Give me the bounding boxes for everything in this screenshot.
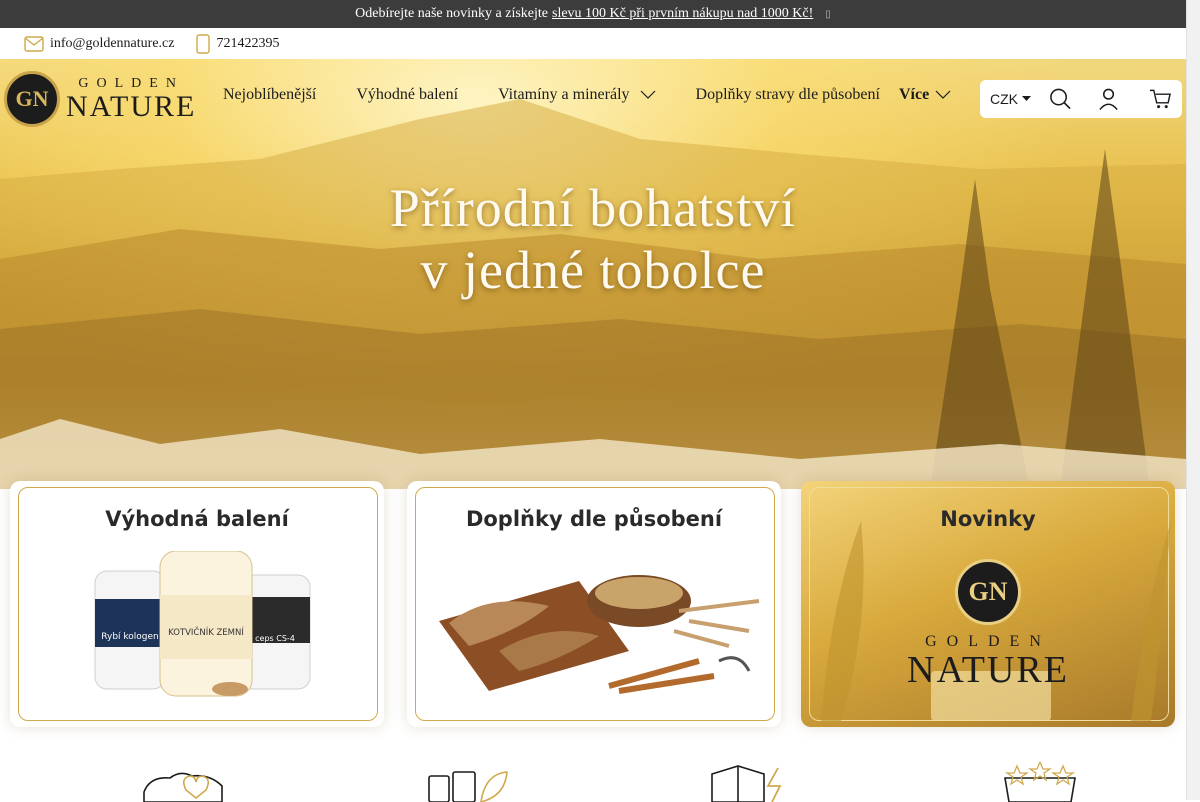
logo-monogram: GN xyxy=(4,71,60,127)
hero-title: Přírodní bohatství v jedné tobolce xyxy=(0,177,1186,301)
nav-item-label: Nejoblíbenější xyxy=(223,86,317,103)
natural-products-icon xyxy=(428,771,508,802)
nav-more-label: Více xyxy=(899,86,930,103)
contact-bar: info@goldennature.cz 721422395 xyxy=(0,28,1186,59)
nav-item-effects[interactable]: Doplňky stravy dle působení xyxy=(696,86,880,104)
logo-wordmark: GOLDEN NATURE xyxy=(66,76,196,122)
category-card-new[interactable]: Novinky GN GOLDEN NATURE xyxy=(801,481,1175,727)
cart-icon[interactable] xyxy=(1149,88,1172,110)
nav-item-more[interactable]: Více xyxy=(899,86,951,104)
quality-stars-icon xyxy=(1004,762,1076,802)
nav-item-label: Výhodné balení xyxy=(356,86,459,103)
category-card-bundles[interactable]: Výhodná balení Rybí kologen ceps CS-4 KO… xyxy=(10,481,384,727)
contact-phone[interactable]: 721422395 xyxy=(196,33,280,54)
herbs-image xyxy=(439,575,760,694)
chevron-down-icon xyxy=(640,90,655,99)
nav-item-label: Doplňky stravy dle působení xyxy=(695,86,880,103)
supplement-jars-image: Rybí kologen ceps CS-4 KOTVIČNÍK ZEMNÍ xyxy=(94,551,311,697)
jar-label-collagen: Rybí kologen xyxy=(101,632,159,642)
currency-label: CZK xyxy=(990,91,1018,107)
user-icon[interactable] xyxy=(1098,87,1119,111)
announcement-link[interactable]: slevu 100 Kč při prvním nákupu nad 1000 … xyxy=(552,6,813,22)
jar-label-cordyceps: ceps CS-4 xyxy=(255,634,295,643)
contact-phone-text: 721422395 xyxy=(216,35,280,51)
brand-word-nature: NATURE xyxy=(907,649,1069,691)
announcement-bar: Odebírejte naše novinky a získejte slevu… xyxy=(0,0,1186,28)
nav-item-bundles[interactable]: Výhodné balení xyxy=(356,86,458,104)
contact-email-text: info@goldennature.cz xyxy=(50,35,175,51)
header-toolbox: CZK xyxy=(980,80,1182,118)
contact-email[interactable]: info@goldennature.cz xyxy=(24,36,174,52)
announcement-text: Odebírejte naše novinky a získejte xyxy=(355,6,548,21)
search-icon[interactable] xyxy=(1049,87,1072,111)
jar-label-tribulus: KOTVIČNÍK ZEMNÍ xyxy=(168,626,244,638)
mail-icon xyxy=(24,35,44,52)
close-announcement-icon[interactable]: ▯ xyxy=(825,9,831,20)
hero-title-line2: v jedné tobolce xyxy=(420,240,766,300)
category-card-effects[interactable]: Doplňky dle působení xyxy=(407,481,781,727)
card-title: Doplňky dle působení xyxy=(465,507,723,531)
main-nav: Nejoblíbenější Výhodné balení Vitamíny a… xyxy=(223,86,951,104)
nav-item-vitamins[interactable]: Vitamíny a minerály xyxy=(498,86,655,104)
chevron-down-icon xyxy=(935,90,951,99)
site-logo[interactable]: GN GOLDEN NATURE xyxy=(4,70,204,128)
page-scrollbar[interactable] xyxy=(1186,0,1200,800)
brand-monogram-icon: GN xyxy=(955,559,1021,625)
phone-icon xyxy=(196,33,211,54)
czech-map-heart-icon xyxy=(143,772,223,802)
nav-item-label: Vitamíny a minerály xyxy=(498,86,630,103)
logo-word-nature: NATURE xyxy=(66,90,197,123)
caret-down-icon xyxy=(1022,96,1031,101)
fast-delivery-icon xyxy=(711,765,782,802)
currency-select[interactable]: CZK xyxy=(990,91,1031,107)
brand-logo-large: GN GOLDEN NATURE xyxy=(801,559,1175,689)
card-title: Výhodná balení xyxy=(105,507,289,531)
nav-item-popular[interactable]: Nejoblíbenější xyxy=(223,86,316,104)
hero-title-line1: Přírodní bohatství xyxy=(389,178,797,238)
